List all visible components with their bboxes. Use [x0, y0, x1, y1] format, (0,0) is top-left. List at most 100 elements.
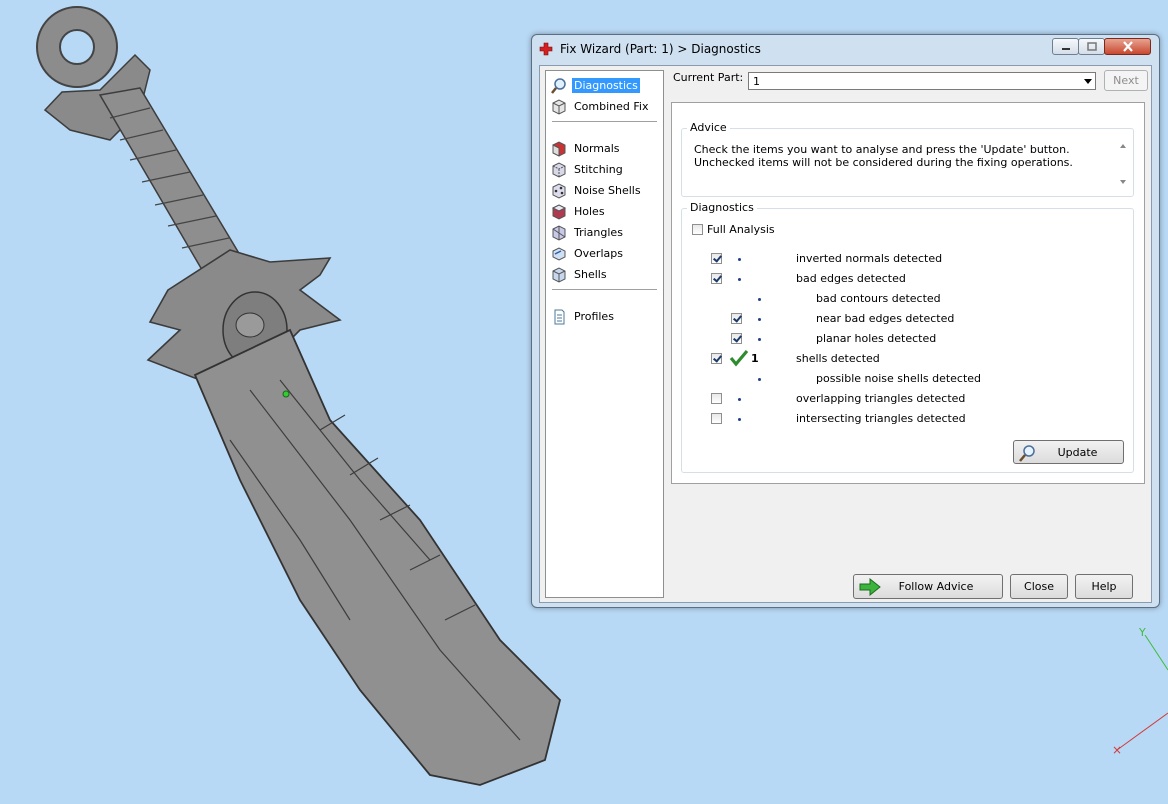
nav-label: Holes [574, 205, 605, 218]
holes-cube-icon [551, 203, 567, 220]
overlapping-triangles-label: overlapping triangles detected [796, 392, 966, 405]
sword-model[interactable] [36, 6, 561, 786]
scroll-up-icon[interactable] [1120, 144, 1126, 148]
noise-shells-icon [552, 182, 566, 199]
overlaps-icon [552, 246, 566, 261]
intersecting-triangles-label: intersecting triangles detected [796, 412, 966, 425]
nav-item-profiles[interactable]: Profiles [550, 307, 616, 326]
nav-item-stitching[interactable]: Stitching [550, 160, 625, 179]
inverted-normals-label: inverted normals detected [796, 252, 943, 265]
nav-item-normals[interactable]: Normals [550, 139, 622, 158]
diagnostics-group: Diagnostics Full Analysis inverted norma… [681, 201, 1134, 473]
bad-edges-label: bad edges detected [796, 272, 906, 285]
nav-item-shells[interactable]: Shells [550, 265, 609, 284]
follow-advice-button[interactable]: Follow Advice [853, 574, 1003, 599]
advice-title: Advice [687, 121, 730, 134]
shells-label: shells detected [796, 352, 880, 365]
update-button-label: Update [1057, 445, 1098, 459]
magnifier-icon [551, 77, 566, 94]
current-part-select[interactable]: 1 [748, 72, 1096, 90]
green-checkmark-icon [729, 349, 749, 367]
follow-advice-label: Follow Advice [898, 580, 974, 593]
bad-edges-checkbox[interactable] [711, 273, 722, 284]
help-button[interactable]: Help [1075, 574, 1133, 599]
close-window-button[interactable] [1104, 38, 1151, 55]
diagnostics-panel: Advice Check the items you want to analy… [671, 102, 1145, 484]
status-dot [758, 338, 761, 341]
nav-item-combined-fix[interactable]: Combined Fix [550, 97, 650, 116]
wizard-nav: Diagnostics Combined Fix Normals Stitchi… [545, 70, 664, 598]
near-bad-edges-checkbox[interactable] [731, 313, 742, 324]
next-button[interactable]: Next [1104, 70, 1148, 91]
nav-label: Shells [574, 268, 607, 281]
planar-holes-checkbox[interactable] [731, 333, 742, 344]
full-analysis-checkbox[interactable] [692, 224, 703, 235]
axis-x-marker: × [1112, 743, 1123, 757]
maximize-icon [1086, 41, 1097, 51]
stitching-cube-icon [552, 161, 566, 178]
nav-label: Noise Shells [574, 184, 641, 197]
nav-label: Stitching [574, 163, 623, 176]
close-icon [1122, 41, 1133, 52]
nav-item-overlaps[interactable]: Overlaps [550, 244, 625, 263]
possible-noise-shells-label: possible noise shells detected [816, 372, 982, 385]
green-arrow-icon [859, 578, 881, 596]
full-analysis-label: Full Analysis [707, 223, 775, 236]
nav-label: Combined Fix [574, 100, 649, 113]
shells-checkbox[interactable] [711, 353, 722, 364]
scroll-down-icon[interactable] [1120, 180, 1126, 184]
update-button[interactable]: Update [1013, 440, 1124, 464]
shells-count: 1 [751, 352, 759, 365]
normals-cube-icon [552, 140, 566, 157]
magnifier-icon [1019, 445, 1035, 462]
axis-indicator [1116, 634, 1168, 751]
bad-contours-label: bad contours detected [816, 292, 941, 305]
window-title: Fix Wizard (Part: 1) > Diagnostics [560, 42, 761, 56]
maximize-button[interactable] [1078, 38, 1105, 55]
red-cross-icon [539, 42, 553, 56]
window-client-area: Diagnostics Combined Fix Normals Stitchi… [539, 65, 1152, 603]
chevron-down-icon [1084, 79, 1092, 84]
nav-item-triangles[interactable]: Triangles [550, 223, 625, 242]
intersecting-triangles-checkbox[interactable] [711, 413, 722, 424]
nav-label: Normals [574, 142, 620, 155]
inverted-normals-checkbox[interactable] [711, 253, 722, 264]
document-icon [554, 309, 565, 324]
nav-item-noise-shells[interactable]: Noise Shells [550, 181, 643, 200]
nav-label: Diagnostics [572, 78, 640, 93]
status-dot [758, 298, 761, 301]
status-dot [738, 398, 741, 401]
fix-wizard-window: Fix Wizard (Part: 1) > Diagnostics Diagn… [531, 34, 1160, 608]
nav-item-holes[interactable]: Holes [550, 202, 607, 221]
nav-label: Profiles [574, 310, 614, 323]
nav-label: Triangles [574, 226, 623, 239]
nav-divider [552, 121, 657, 122]
shells-cube-icon [552, 266, 566, 283]
status-dot [758, 378, 761, 381]
nav-divider [552, 289, 657, 290]
next-button-label: Next [1113, 74, 1139, 87]
diagnostics-title: Diagnostics [687, 201, 757, 214]
triangles-cube-icon [552, 224, 566, 241]
status-dot [738, 278, 741, 281]
advice-group: Advice Check the items you want to analy… [681, 121, 1134, 197]
close-button-label: Close [1024, 580, 1054, 593]
advice-scrollbar[interactable] [1117, 141, 1129, 187]
current-part-label: Current Part: [673, 71, 744, 84]
title-bar[interactable]: Fix Wizard (Part: 1) > Diagnostics [532, 35, 1159, 63]
status-dot [738, 258, 741, 261]
minimize-icon [1061, 47, 1070, 50]
nav-item-diagnostics[interactable]: Diagnostics [550, 76, 640, 95]
near-bad-edges-label: near bad edges detected [816, 312, 955, 325]
help-button-label: Help [1091, 580, 1117, 593]
minimize-button[interactable] [1052, 38, 1079, 55]
overlapping-triangles-checkbox[interactable] [711, 393, 722, 404]
current-part-value: 1 [753, 75, 760, 88]
close-button[interactable]: Close [1010, 574, 1068, 599]
axis-y-label: Y [1139, 626, 1146, 639]
status-dot [758, 318, 761, 321]
nav-label: Overlaps [574, 247, 623, 260]
planar-holes-label: planar holes detected [816, 332, 937, 345]
status-dot [738, 418, 741, 421]
advice-text: Check the items you want to analyse and … [694, 143, 1073, 169]
